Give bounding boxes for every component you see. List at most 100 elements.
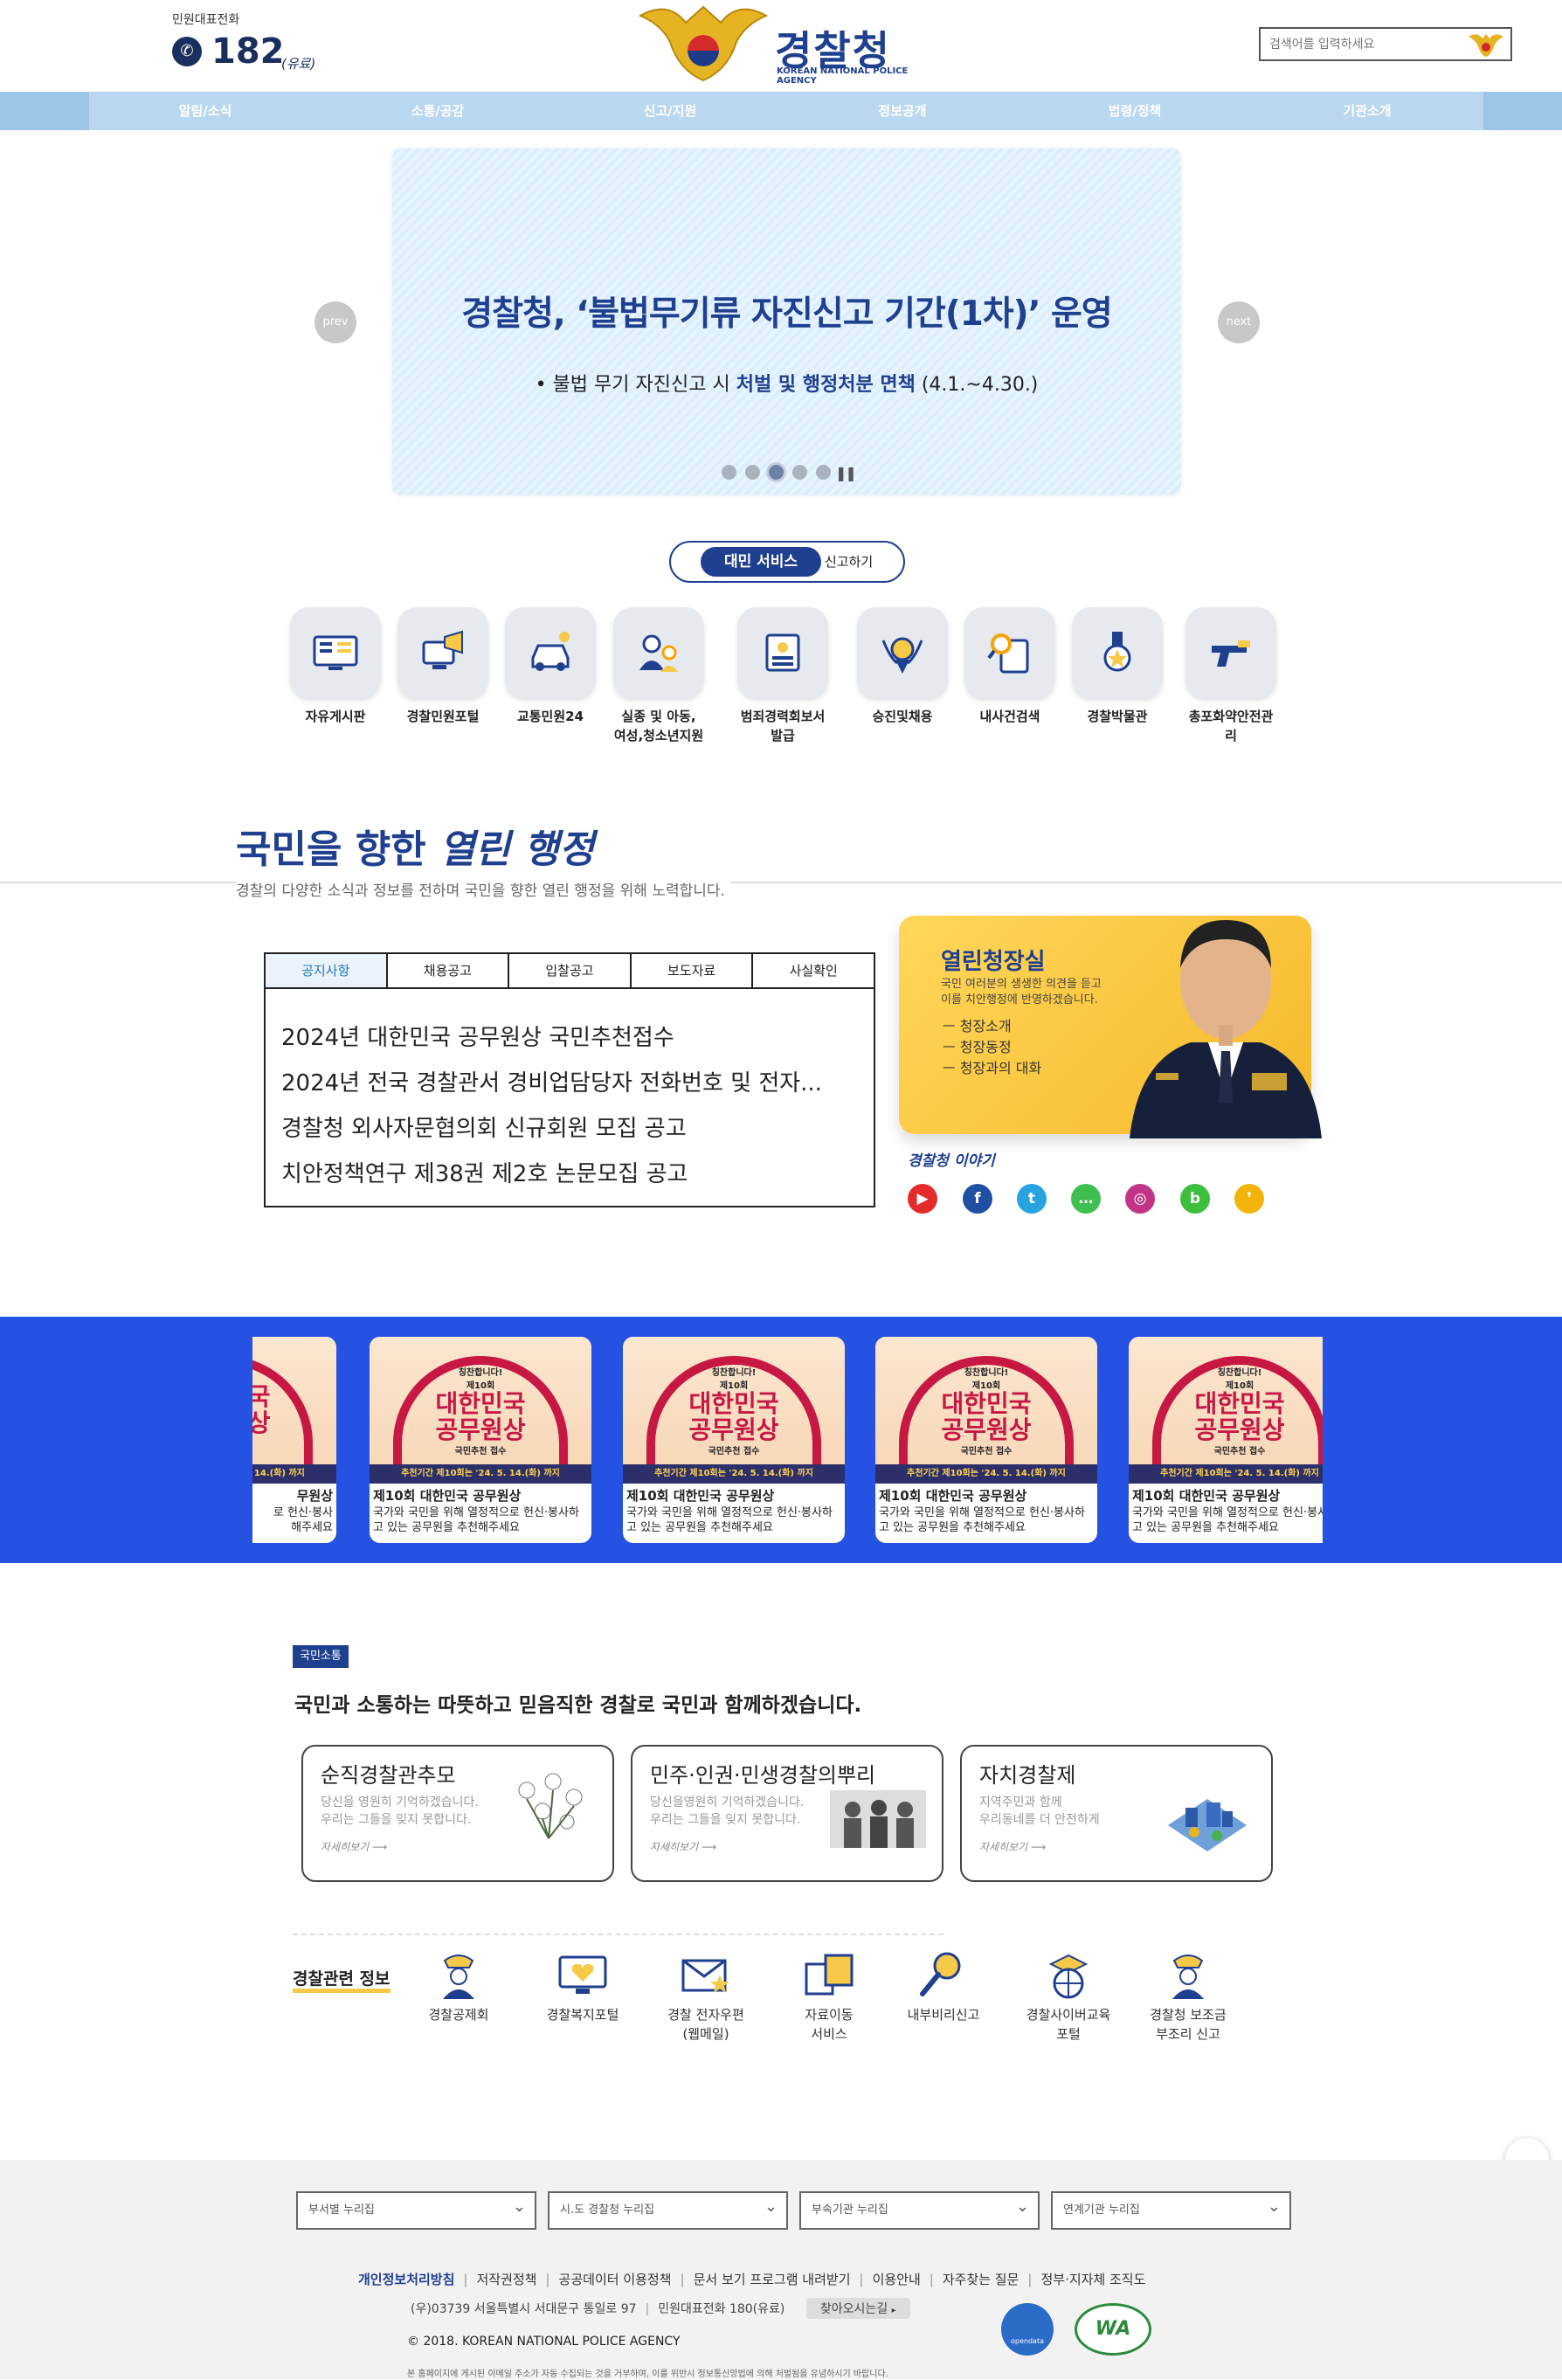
directions-button[interactable]: 찾아오시는길 ▸ (805, 2298, 910, 2319)
youtube-icon[interactable]: ▶ (908, 1184, 937, 1214)
privacy-link[interactable]: 개인정보처리방침 (358, 2272, 454, 2287)
search-input[interactable] (1261, 29, 1453, 59)
related-label: 경찰청 보조금 부조리 신고 (1150, 2007, 1227, 2042)
promo-card[interactable]: 칭찬합니다! 제10회 대한민국 공무원상 국민추천 접수 추천기간 제10회는 '24… (875, 1337, 1097, 1543)
affiliate-site-select[interactable]: 부속기관 누리집 (799, 2190, 1040, 2230)
poster-footer: 추천기간 제10회는 '24. 5. 14.(화) 까지 (370, 1464, 591, 1484)
promo-card[interactable]: 대한민국 공무원상추천기간 제10회는 '24. 5. 14.(화) 까지 무원… (252, 1337, 336, 1543)
nav-item-report[interactable]: 신고/지원 (554, 92, 786, 130)
nav-item-communication[interactable]: 소통/공감 (321, 92, 554, 130)
separator: | (680, 2272, 685, 2287)
banner-next-button[interactable]: next (1218, 301, 1260, 343)
card-title: 제10회 대한민국 공무원상 (626, 1488, 775, 1504)
faq-link[interactable]: 자주찾는 질문 (943, 2272, 1019, 2287)
poster-footer: 추천기간 제10회는 '24. 5. 14.(화) 까지 (623, 1464, 845, 1484)
list-item[interactable]: 2024년 대한민국 공무원상 국민추천접수 (281, 1015, 858, 1061)
banner-subtitle-prefix: • 불법 무기 자진신고 시 (535, 374, 736, 396)
search-button[interactable] (1467, 31, 1505, 58)
banner-title: 경찰청, ‘불법무기류 자진신고 기간(1차)’ 운영 (461, 294, 1113, 334)
nav-item-disclosure[interactable]: 정보공개 (786, 92, 1019, 130)
service-item[interactable]: 범죄경력회보서발급 (737, 607, 828, 745)
guide-link[interactable]: 이용안내 (873, 2272, 921, 2287)
web-accessibility-badge[interactable]: WA (1075, 2303, 1151, 2356)
service-item[interactable]: 승진및채용 (857, 607, 948, 726)
list-item[interactable]: 2024년 전국 경찰관서 경비업담당자 전화번호 및 전자... (281, 1061, 858, 1106)
home-logo[interactable]: 경찰청 KOREAN NATIONAL POLICE AGENCY (633, 0, 948, 87)
service-item[interactable]: 자유게시판 (290, 607, 381, 726)
promo-card[interactable]: 칭찬합니다! 제10회 대한민국 공무원상 국민추천 접수 추천기간 제10회는 '24… (1129, 1337, 1323, 1543)
police-emblem-icon (638, 5, 769, 82)
service-item[interactable]: 총포화약안전관리 (1185, 607, 1276, 745)
tab-factcheck[interactable]: 사실확인 (753, 954, 874, 987)
poster-subtitle: 국민추천 접수 (708, 1446, 760, 1456)
search-box (1259, 27, 1512, 61)
service-item[interactable]: 실종 및 아동, 여성,청소년지원 (613, 607, 704, 745)
service-label: 경찰박물관 (1087, 709, 1148, 724)
copyright-policy-link[interactable]: 저작권정책 (476, 2272, 536, 2287)
list-item[interactable]: 치안정책연구 제38권 제2호 논문모집 공고 (281, 1152, 858, 1197)
memorial-card[interactable]: 순직경찰관추모 당신을 영원히 기억하겠습니다. 우리는 그들을 잊지 못합니다… (301, 1745, 614, 1882)
related-item[interactable]: 내부비리신고 (895, 1944, 992, 2024)
viewer-download-link[interactable]: 문서 보기 프로그램 내려받기 (694, 2272, 851, 2287)
poster-top: 칭찬합니다! (964, 1367, 1009, 1378)
democracy-card[interactable]: 민주·인권·민생경찰의뿌리 당신을영원히 기억하겠습니다. 우리는 그들을 잊지… (631, 1745, 943, 1882)
banner-dot-active[interactable] (769, 465, 784, 480)
main-banner[interactable]: 경찰청, ‘불법무기류 자진신고 기간(1차)’ 운영 • 불법 무기 자진신고… (392, 149, 1181, 495)
tab-public-service[interactable]: 대민 서비스 (701, 547, 821, 577)
nav-item-about[interactable]: 기관소개 (1251, 92, 1483, 130)
town-icon (1168, 1799, 1247, 1851)
banner-prev-button[interactable]: prev (314, 301, 356, 343)
poster-title: 대한민국 공무원상 (435, 1388, 526, 1444)
related-item[interactable]: 자료이동 서비스 (781, 1944, 877, 2044)
kakaostory-icon[interactable]: ❜ (1234, 1184, 1264, 1214)
commissioner-title: 열린청장실 (941, 949, 1046, 975)
talk-icon[interactable]: … (1071, 1184, 1101, 1214)
service-item[interactable]: 경찰박물관 (1072, 607, 1163, 726)
flower-icon (518, 1773, 583, 1839)
case-search-icon (987, 633, 1029, 674)
tab-notice[interactable]: 공지사항 (266, 954, 388, 987)
tab-recruit[interactable]: 채용공고 (387, 954, 510, 987)
instagram-icon[interactable]: ◎ (1125, 1184, 1155, 1214)
twitter-icon[interactable]: t (1017, 1184, 1047, 1214)
banner-dot[interactable] (816, 465, 831, 480)
blog-icon[interactable]: b (1180, 1184, 1210, 1214)
promo-card[interactable]: 칭찬합니다! 제10회 대한민국 공무원상 국민추천 접수 추천기간 제10회는 '24… (370, 1337, 591, 1543)
banner-dot[interactable] (745, 465, 760, 480)
tab-report[interactable]: 신고하기 (825, 547, 873, 577)
link-introduction[interactable]: ㅡ 청장소개 (943, 1016, 1041, 1037)
banner-dot[interactable] (722, 465, 736, 480)
regional-site-select[interactable]: 시.도 경찰청 누리집 (548, 2190, 788, 2230)
related-item[interactable]: 경찰청 보조금 부조리 신고 (1140, 1944, 1236, 2044)
related-item[interactable]: 경찰공제회 (411, 1944, 507, 2024)
promo-card[interactable]: 칭찬합니다! 제10회 대한민국 공무원상 국민추천 접수 추천기간 제10회는 '24… (623, 1337, 845, 1543)
org-chart-link[interactable]: 정부·지자체 조직도 (1040, 2272, 1145, 2287)
opendata-badge[interactable]: opendata (1001, 2303, 1054, 2356)
related-item[interactable]: 경찰복지포털 (535, 1944, 631, 2024)
service-item[interactable]: 경찰민원포털 (397, 607, 488, 726)
banner-dot[interactable] (792, 465, 807, 480)
separator: | (645, 2302, 650, 2316)
partner-site-select[interactable]: 연계기관 누리집 (1051, 2190, 1291, 2230)
autonomous-police-card[interactable]: 자치경찰제 지역주민과 함께 우리동네를 더 안전하게 자세히보기 ⟶ (960, 1745, 1273, 1882)
tab-press[interactable]: 보도자료 (631, 954, 754, 987)
poster-title: 대한민국 공무원상 (688, 1388, 779, 1444)
service-item[interactable]: 교통민원24 (505, 607, 596, 726)
list-item[interactable]: 경찰청 외사자문협의회 신규회원 모집 공고 (281, 1106, 858, 1152)
pause-icon[interactable]: ❚❚ (835, 465, 857, 481)
service-item[interactable]: 내사건검색 (964, 607, 1055, 726)
dept-site-select[interactable]: 부서별 누리집 (296, 2190, 536, 2230)
facebook-icon[interactable]: f (963, 1184, 992, 1214)
link-dialogue[interactable]: ㅡ 청장과의 대화 (943, 1058, 1041, 1079)
nav-item-news[interactable]: 알림/소식 (89, 92, 321, 130)
related-item[interactable]: 경찰 전자우편 (웹메일) (658, 1944, 754, 2044)
nav-item-policy[interactable]: 법령/정책 (1019, 92, 1251, 130)
open-data-link[interactable]: 공공데이터 이용정책 (559, 2272, 672, 2287)
related-item[interactable]: 경찰사이버교육 포털 (1020, 1944, 1116, 2044)
link-activities[interactable]: ㅡ 청장동정 (943, 1037, 1041, 1058)
banner-subtitle-suffix: (4.1.~4.30.) (915, 374, 1039, 396)
tab-bid[interactable]: 입찰공고 (509, 954, 632, 987)
service-label: 승진및채용 (872, 709, 933, 724)
footer-address: (우)03739 서울특별시 서대문구 통일로 97 (411, 2302, 637, 2316)
poster-title: 대한민국 공무원상 (1194, 1388, 1285, 1444)
